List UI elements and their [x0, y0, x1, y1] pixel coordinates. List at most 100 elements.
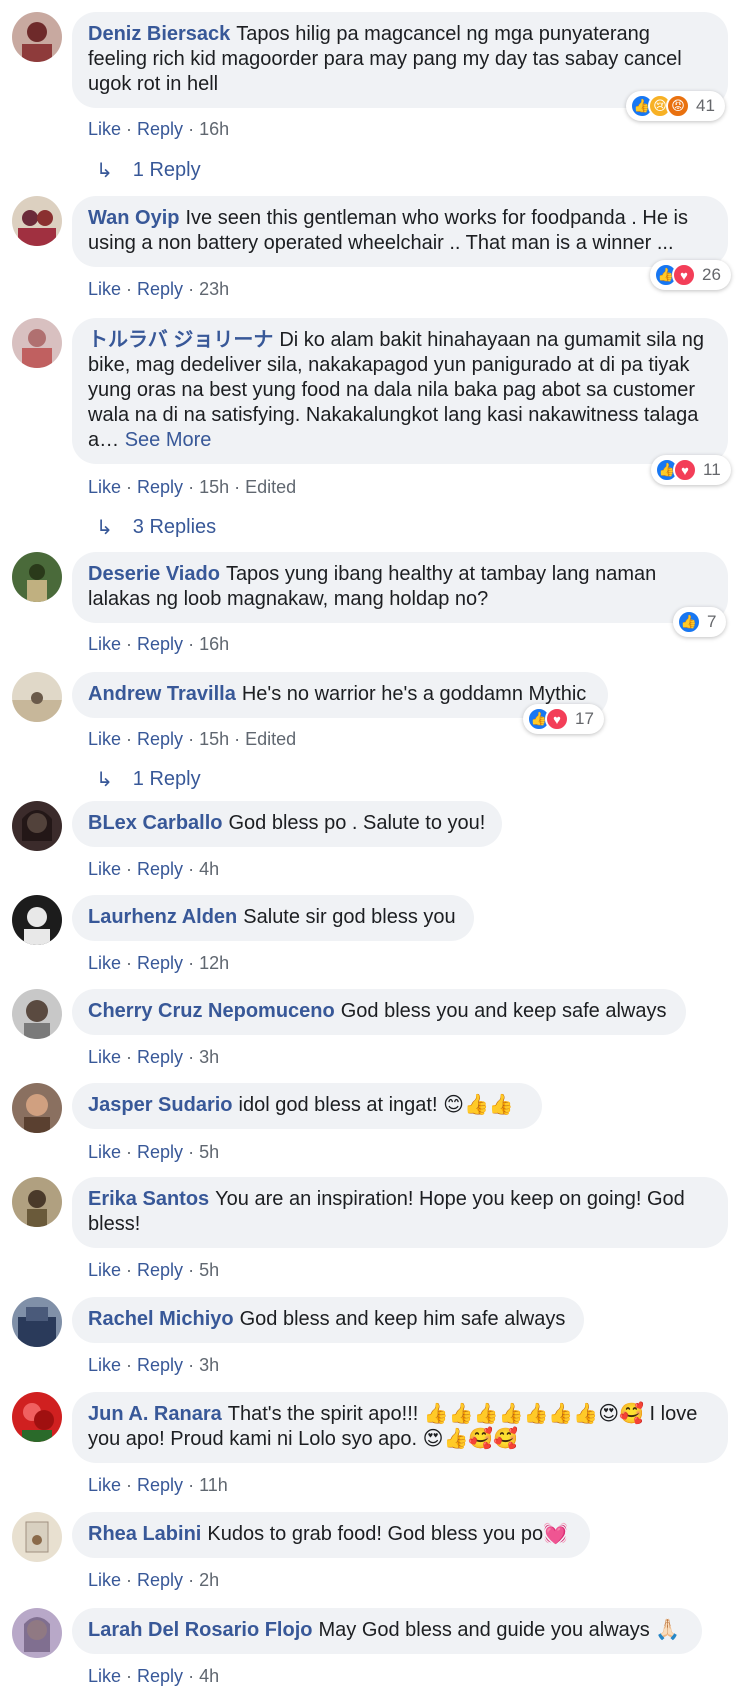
comment-author[interactable]: BLex Carballo [88, 812, 222, 834]
comment-author[interactable]: Deserie Viado [88, 563, 220, 585]
comment-author[interactable]: Jasper Sudario [88, 1094, 233, 1116]
comment-author[interactable]: Rhea Labini [88, 1523, 201, 1545]
reply-link[interactable]: Reply [137, 1355, 183, 1375]
comment-time[interactable]: 16h [199, 119, 229, 139]
reaction-count: 7 [707, 612, 717, 631]
reaction-count: 17 [575, 709, 594, 728]
like-link[interactable]: Like [88, 1475, 121, 1495]
comment-author[interactable]: Andrew Travilla [88, 683, 236, 705]
comment-time[interactable]: 2h [199, 1570, 219, 1590]
view-replies[interactable]: ↳ 3 Replies [96, 515, 216, 540]
reply-arrow-icon: ↳ [96, 769, 113, 791]
comment-author[interactable]: トルラバ ジョリーナ [88, 329, 273, 351]
comment-author[interactable]: Wan Oyip [88, 207, 179, 229]
like-link[interactable]: Like [88, 1142, 121, 1162]
see-more-link[interactable]: See More [125, 429, 212, 451]
comment-author[interactable]: Erika Santos [88, 1188, 209, 1210]
comment-actions: Like · Reply · 15h · Edited [88, 477, 297, 497]
reaction-summary[interactable]: 👍 7 [673, 607, 727, 637]
reply-link[interactable]: Reply [137, 279, 183, 299]
reply-link[interactable]: Reply [137, 953, 183, 973]
comment-actions: Like · Reply · 3h [88, 1355, 220, 1375]
comment-actions: Like · Reply · 2h [88, 1570, 220, 1590]
reply-link[interactable]: Reply [137, 1047, 183, 1067]
comment-time[interactable]: 16h [199, 634, 229, 654]
reply-arrow-icon: ↳ [96, 160, 113, 182]
comment-time[interactable]: 15h [199, 477, 229, 497]
avatar[interactable] [12, 1177, 62, 1227]
avatar[interactable] [12, 12, 62, 62]
comment-text: idol god bless at ingat! 😊👍👍 [238, 1094, 514, 1116]
replies-label: 1 Reply [132, 159, 201, 181]
like-link[interactable]: Like [88, 1047, 121, 1067]
reply-link[interactable]: Reply [137, 1475, 183, 1495]
reply-link[interactable]: Reply [137, 119, 183, 139]
reply-link[interactable]: Reply [137, 1570, 183, 1590]
comment-time[interactable]: 15h [199, 729, 229, 749]
view-replies[interactable]: ↳ 1 Reply [96, 767, 201, 792]
like-link[interactable]: Like [88, 1260, 121, 1280]
like-link[interactable]: Like [88, 729, 121, 749]
comment-actions: Like · Reply · 4h [88, 859, 220, 879]
comment-time[interactable]: 3h [199, 1355, 219, 1375]
like-link[interactable]: Like [88, 1570, 121, 1590]
like-reaction-icon: 👍 [677, 610, 701, 634]
comment-author[interactable]: Cherry Cruz Nepomuceno [88, 1000, 335, 1022]
comment-actions: Like · Reply · 5h [88, 1142, 220, 1162]
comment-time[interactable]: 4h [199, 859, 219, 879]
comment-actions: Like · Reply · 16h [88, 119, 230, 139]
reply-link[interactable]: Reply [137, 1666, 183, 1686]
comment-time[interactable]: 12h [199, 953, 229, 973]
reply-link[interactable]: Reply [137, 1142, 183, 1162]
comment-bubble: Rhea Labini Kudos to grab food! God bless… [72, 1512, 590, 1558]
view-replies[interactable]: ↳ 1 Reply [96, 158, 201, 183]
reaction-summary[interactable]: 👍 ♥ 11 [651, 455, 731, 485]
comment-bubble: トルラバ ジョリーナ Di ko alam bakit hinahayaan na… [72, 318, 728, 464]
comment-actions: Like · Reply · 23h [88, 279, 230, 299]
like-link[interactable]: Like [88, 1666, 121, 1686]
comment-author[interactable]: Larah Del Rosario Flojo [88, 1619, 312, 1641]
reply-link[interactable]: Reply [137, 729, 183, 749]
comment-time[interactable]: 3h [199, 1047, 219, 1067]
comment-time[interactable]: 5h [199, 1260, 219, 1280]
avatar[interactable] [12, 552, 62, 602]
avatar[interactable] [12, 1512, 62, 1562]
comment-author[interactable]: Jun A. Ranara [88, 1403, 222, 1425]
like-link[interactable]: Like [88, 953, 121, 973]
reply-link[interactable]: Reply [137, 859, 183, 879]
avatar[interactable] [12, 318, 62, 368]
avatar[interactable] [12, 672, 62, 722]
comment-time[interactable]: 23h [199, 279, 229, 299]
reply-link[interactable]: Reply [137, 1260, 183, 1280]
reply-link[interactable]: Reply [137, 477, 183, 497]
avatar[interactable] [12, 1297, 62, 1347]
avatar[interactable] [12, 1392, 62, 1442]
avatar[interactable] [12, 895, 62, 945]
comment-actions: Like · Reply · 4h [88, 1666, 220, 1686]
comment-author[interactable]: Deniz Biersack [88, 23, 230, 45]
angry-reaction-icon: 😡 [666, 94, 690, 118]
avatar[interactable] [12, 196, 62, 246]
reaction-summary[interactable]: 👍 😢 😡 41 [626, 91, 725, 121]
like-link[interactable]: Like [88, 634, 121, 654]
comment-author[interactable]: Rachel Michiyo [88, 1308, 234, 1330]
like-link[interactable]: Like [88, 1355, 121, 1375]
reaction-summary[interactable]: 👍 ♥ 26 [650, 260, 731, 290]
like-link[interactable]: Like [88, 119, 121, 139]
avatar[interactable] [12, 1083, 62, 1133]
comment-author[interactable]: Laurhenz Alden [88, 906, 237, 928]
like-link[interactable]: Like [88, 477, 121, 497]
avatar[interactable] [12, 989, 62, 1039]
avatar[interactable] [12, 1608, 62, 1658]
like-link[interactable]: Like [88, 279, 121, 299]
reaction-summary[interactable]: 👍 ♥ 17 [523, 704, 604, 734]
like-link[interactable]: Like [88, 859, 121, 879]
reply-link[interactable]: Reply [137, 634, 183, 654]
comment-text: God bless you and keep safe always [340, 1000, 667, 1022]
comment-time[interactable]: 4h [199, 1666, 219, 1686]
comment-actions: Like · Reply · 15h · Edited [88, 729, 297, 749]
comment-time[interactable]: 11h [199, 1475, 228, 1495]
comment-time[interactable]: 5h [199, 1142, 219, 1162]
avatar[interactable] [12, 801, 62, 851]
reaction-count: 26 [702, 265, 721, 284]
